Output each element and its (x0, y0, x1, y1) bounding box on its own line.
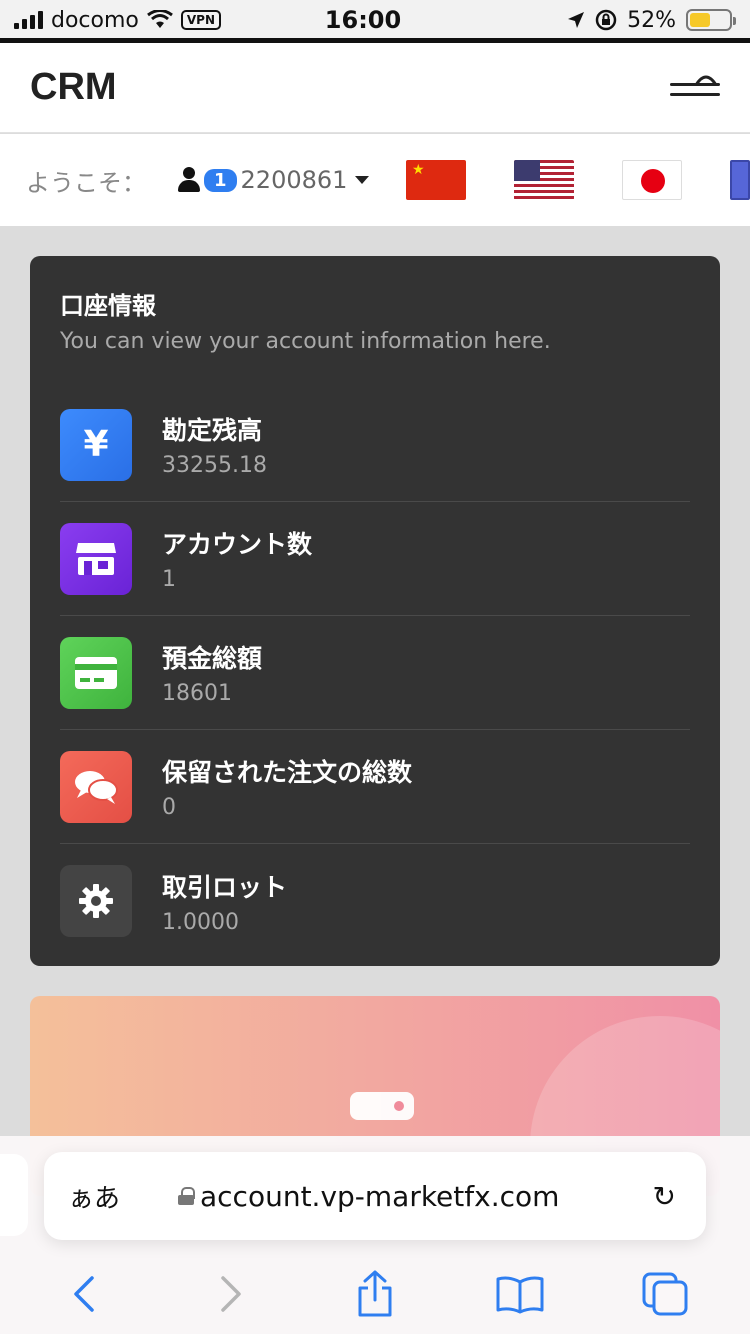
row-label: 預金総額 (162, 644, 263, 673)
row-label: 勘定残高 (162, 416, 263, 445)
lock-icon (178, 1187, 195, 1205)
previous-tab-preview[interactable] (0, 1154, 28, 1236)
yen-icon: ¥ (60, 408, 132, 481)
row-value: 18601 (162, 681, 232, 706)
row-label: アカウント数 (162, 530, 313, 559)
bookmarks-button[interactable] (490, 1269, 550, 1319)
user-dropdown[interactable]: 1 2200861 (176, 166, 406, 194)
back-button[interactable] (55, 1269, 115, 1319)
brand-logo[interactable]: CRM (30, 66, 117, 109)
pending-orders-row: 保留された注文の総数 0 (60, 730, 690, 844)
row-value: 1 (162, 567, 176, 592)
row-label: 取引ロット (162, 872, 288, 902)
forward-button[interactable] (200, 1269, 260, 1319)
battery-icon (686, 9, 736, 31)
clock: 16:00 (324, 6, 402, 34)
reader-mode-button[interactable]: ぁあ (68, 1178, 178, 1215)
browser-toolbar (0, 1264, 750, 1324)
card-title: 口座情報 (60, 292, 156, 320)
caret-down-icon (355, 176, 370, 184)
row-label: 保留された注文の総数 (162, 758, 413, 787)
flag-more-button[interactable] (730, 160, 750, 200)
balance-row: ¥ 勘定残高 33255.18 (60, 388, 690, 502)
credit-card-icon (60, 636, 132, 709)
row-value: 0 (162, 795, 176, 820)
welcome-label: ようこそ： (26, 168, 146, 197)
url-text[interactable]: account.vp-marketfx.com (200, 1180, 653, 1213)
status-bar: docomo VPN 16:00 52% (0, 0, 750, 40)
user-icon (176, 167, 202, 193)
vpn-badge: VPN (180, 10, 221, 30)
location-arrow-icon (568, 12, 585, 28)
rotation-lock-icon (595, 9, 617, 31)
reload-icon[interactable]: ↻ (653, 1180, 676, 1213)
app-header: CRM (0, 43, 750, 133)
carrier-label: docomo (51, 7, 139, 33)
account-count-row: アカウント数 1 (60, 502, 690, 616)
chat-bubbles-icon (60, 750, 132, 823)
address-bar[interactable]: ぁあ account.vp-marketfx.com ↻ (44, 1152, 706, 1240)
user-id: 2200861 (240, 166, 348, 194)
server-icon (350, 1092, 414, 1120)
account-info-card: 口座情報 You can view your account informati… (30, 256, 720, 966)
notification-badge: 1 (204, 168, 237, 192)
row-value: 1.0000 (162, 909, 239, 935)
hamburger-menu-button[interactable] (670, 73, 720, 103)
flag-china-button[interactable]: ★ (406, 160, 466, 200)
card-subtitle: You can view your account information he… (60, 329, 551, 354)
wifi-icon (146, 10, 173, 28)
tabs-button[interactable] (635, 1269, 695, 1319)
flag-usa-button[interactable] (514, 160, 574, 200)
total-deposit-row: 預金総額 18601 (60, 616, 690, 730)
welcome-bar: ようこそ： 1 2200861 ★ (0, 134, 750, 226)
browser-bottom-bar: ぁあ account.vp-marketfx.com ↻ (0, 1136, 750, 1334)
share-button[interactable] (345, 1269, 405, 1319)
row-value: 33255.18 (162, 453, 267, 478)
store-icon (60, 522, 132, 595)
trading-lots-row: 取引ロット 1.0000 (60, 844, 690, 958)
signal-icon (14, 11, 43, 29)
gear-icon (60, 865, 132, 937)
flag-japan-button[interactable] (622, 160, 682, 200)
battery-percent: 52% (627, 7, 676, 33)
